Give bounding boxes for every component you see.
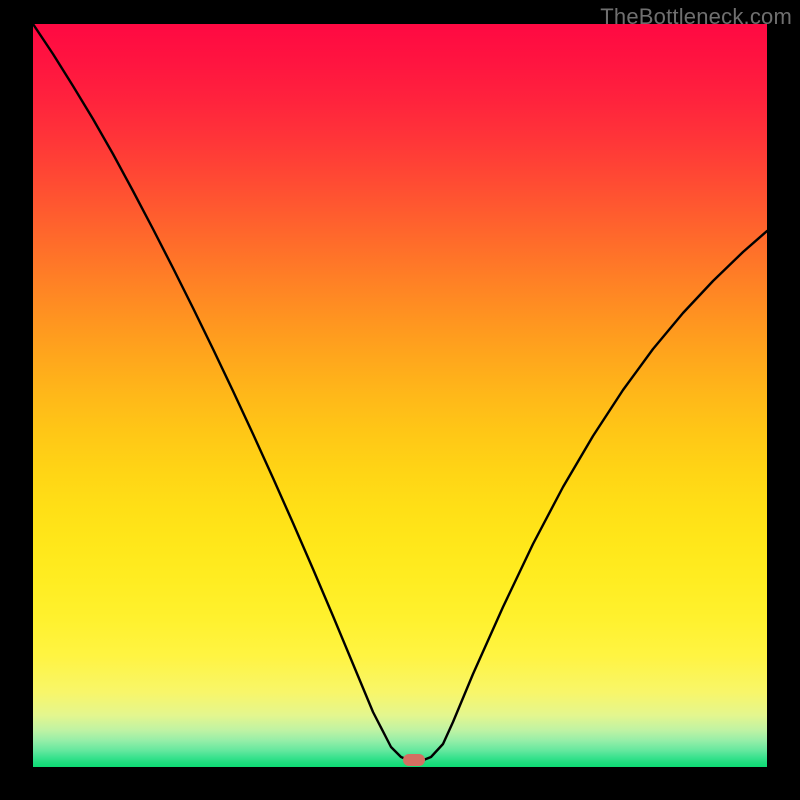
watermark-text: TheBottleneck.com [600,4,792,30]
chart-frame: TheBottleneck.com [0,0,800,800]
bottleneck-curve [33,24,767,767]
plot-area [33,24,767,767]
optimal-point-marker [403,754,425,766]
